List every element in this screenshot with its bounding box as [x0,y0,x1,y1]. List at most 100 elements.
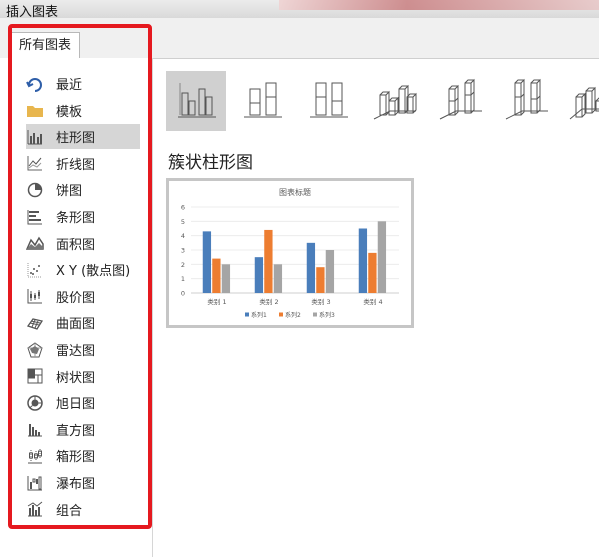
sidebar-item-line-chart[interactable]: 折线图 [26,151,140,176]
area-chart-icon [26,234,44,252]
pie-chart-icon [26,181,44,199]
sidebar-item-label: 旭日图 [56,397,96,413]
sidebar-item-label: 雷达图 [56,344,96,359]
recent-icon [26,75,44,93]
sidebar-item-histogram-chart[interactable]: 直方图 [26,417,140,442]
bar-3-2 [273,264,283,293]
y-tick-label: 3 [181,247,185,255]
sidebar-item-label: 最近 [56,78,83,93]
sidebar-item-treemap-chart[interactable]: 树状图 [26,364,140,389]
x-tick-label: 类别 4 [363,297,382,306]
variant-stacked-column[interactable] [232,71,292,131]
y-tick-label: 6 [181,204,185,212]
y-tick-label: 1 [181,275,185,283]
sidebar-item-label: 折线图 [56,157,96,173]
sidebar-item-label: 组合 [56,503,83,519]
sidebar-item-combo-chart[interactable]: 组合 [26,497,140,522]
sunburst-chart-icon [26,394,44,412]
clustered-column-icon [172,75,220,127]
sidebar-item-label: X Y (散点图) [56,264,131,280]
sidebar-item-label: 树状图 [56,370,96,386]
sidebar-item-label: 直方图 [56,423,96,439]
x-tick-label: 类别 1 [207,297,226,306]
legend-label: 系列2 [285,311,301,319]
legend-swatch [313,312,317,317]
line-chart-icon [26,154,44,172]
variant-clustered-column[interactable] [166,71,226,131]
sidebar-item-label: 面积图 [56,237,96,253]
bar-3-4 [377,221,387,293]
combo-chart-icon [26,500,44,518]
sidebar-item-label: 瀑布图 [56,477,96,492]
sidebar-item-area-chart[interactable]: 面积图 [26,231,140,256]
bar-2-1 [212,258,221,293]
3d-clustered-column-icon [370,75,418,127]
box-whisker-chart-icon [26,447,44,465]
x-tick-label: 类别 3 [311,297,330,306]
variant-3d-100-stacked-column[interactable] [496,71,556,131]
bar-1-1 [202,231,212,293]
sidebar-item-label: 曲面图 [56,317,96,333]
sidebar-item-pie-chart[interactable]: 饼图 [26,177,140,202]
sidebar-item-label: 箱形图 [56,450,96,466]
radar-chart-icon [26,341,44,359]
folder-icon [26,101,44,119]
sidebar-item-bar-chart[interactable]: 条形图 [26,204,140,229]
y-tick-label: 2 [181,261,185,269]
y-tick-label: 4 [181,232,185,240]
sidebar-item-sunburst-chart[interactable]: 旭日图 [26,390,140,415]
histogram-chart-icon [26,420,44,438]
bar-2-3 [316,267,325,293]
sidebar-item-label: 柱形图 [56,131,96,147]
sidebar-item-column-chart[interactable]: 柱形图 [26,124,140,150]
sidebar-item-surface-chart[interactable]: 曲面图 [26,310,140,335]
chart-category-sidebar: 最近模板柱形图折线图饼图条形图面积图 X Y (散点图) 股价图曲面图雷达图树状图旭… [0,58,153,557]
column-chart-icon [26,128,44,146]
tab-strip: 所有图表 [0,18,599,59]
sidebar-item-label: 模板 [56,104,83,120]
bar-3-3 [325,250,335,293]
sidebar-item-label: 条形图 [56,211,96,226]
preview-chart: 图表标题 0 1 2 3 4 5 6 类别 1 类别 2 类别 3 类别 4 系列1 系列2 系列3 [181,187,399,319]
tab-all-charts[interactable]: 所有图表 [10,32,81,59]
chart-preview[interactable]: 图表标题 0 1 2 3 4 5 6 类别 1 类别 2 类别 3 类别 4 系列1 系列2 系列3 [166,178,414,328]
y-tick-label: 0 [181,290,185,298]
x-tick-label: 类别 2 [259,297,278,306]
title-bar-decoration [279,0,599,10]
sidebar-item-label: 饼图 [56,184,83,200]
variant-3d-clustered-column[interactable] [364,71,424,131]
sidebar-item-stock-chart[interactable]: 股价图 [26,284,140,309]
sidebar-item-box-whisker-chart[interactable]: 箱形图 [26,443,140,468]
bar-1-3 [306,242,316,293]
legend-label: 系列3 [319,311,335,319]
bar-chart-icon [26,208,44,226]
chart-subtype-heading: 簇状柱形图 [168,153,253,173]
sidebar-item-recent[interactable]: 最近 [26,71,140,96]
3d-column-icon [568,75,599,127]
sidebar-item-label: 股价图 [56,290,96,306]
surface-chart-icon [26,314,44,332]
bar-2-4 [368,252,377,293]
sidebar-item-waterfall-chart[interactable]: 瀑布图 [26,470,140,495]
100-stacked-column-icon [304,75,352,127]
3d-stacked-column-icon [436,75,484,127]
bar-1-2 [254,257,264,293]
stacked-column-icon [238,75,286,127]
bar-1-4 [358,228,368,293]
y-tick-label: 5 [181,218,185,226]
3d-100-stacked-column-icon [502,75,550,127]
variant-100-stacked-column[interactable] [298,71,358,131]
chart-title: 图表标题 [279,187,311,197]
title-bar: 插入图表 [0,0,599,20]
variant-3d-column[interactable] [562,71,599,131]
sidebar-item-scatter-chart[interactable]: X Y (散点图) [26,257,140,282]
waterfall-chart-icon [26,474,44,492]
bar-3-1 [221,264,231,293]
sidebar-item-folder[interactable]: 模板 [26,98,140,123]
variant-3d-stacked-column[interactable] [430,71,490,131]
legend-swatch [245,312,249,317]
sidebar-item-radar-chart[interactable]: 雷达图 [26,337,140,362]
scatter-chart-icon [26,261,44,279]
legend-label: 系列1 [251,311,267,319]
treemap-chart-icon [26,367,44,385]
